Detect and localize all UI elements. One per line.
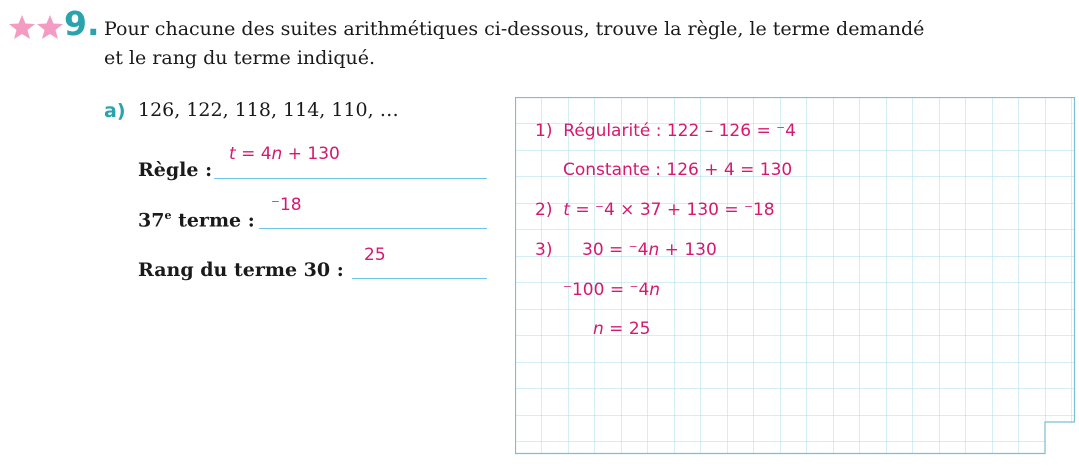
rule-label: Règle : <box>138 159 213 181</box>
sequence: 126, 122, 118, 114, 110, … <box>138 99 399 121</box>
term-answer: ⁻18 <box>271 195 302 215</box>
work-line-4: 3) <box>535 240 553 260</box>
work-line-3: 2) t = ⁻4 × 37 + 130 = ⁻18 <box>535 200 775 220</box>
work-line-6: n = 25 <box>593 319 651 339</box>
instruction-text: Pour chacune des suites arithmétiques ci… <box>104 15 1054 73</box>
rule-answer-line[interactable] <box>214 178 487 179</box>
grid-work-area <box>515 97 1076 455</box>
work-line-2: Constante : 126 + 4 = 130 <box>563 160 793 180</box>
rank-answer-line[interactable] <box>352 278 487 279</box>
term-answer-line[interactable] <box>259 228 487 229</box>
star-icon <box>37 15 63 39</box>
instruction-line-2: et le rang du terme indiqué. <box>104 47 376 69</box>
instruction-line-1: Pour chacune des suites arithmétiques ci… <box>104 18 925 40</box>
work-line-1: 1) Régularité : 122 – 126 = ⁻4 <box>535 121 796 141</box>
star-icon <box>9 15 35 39</box>
rank-label: Rang du terme 30 : <box>138 259 344 281</box>
term-label: 37e terme : <box>138 209 255 232</box>
rule-answer: t = 4n + 130 <box>229 144 340 164</box>
difficulty-stars <box>8 14 64 40</box>
exercise-number: 9. <box>64 4 100 43</box>
part-label: a) <box>104 100 126 122</box>
work-line-5: ⁻100 = ⁻4n <box>563 280 661 300</box>
work-line-4-equation: 30 = ⁻4n + 130 <box>582 240 717 260</box>
rank-answer: 25 <box>364 245 386 265</box>
